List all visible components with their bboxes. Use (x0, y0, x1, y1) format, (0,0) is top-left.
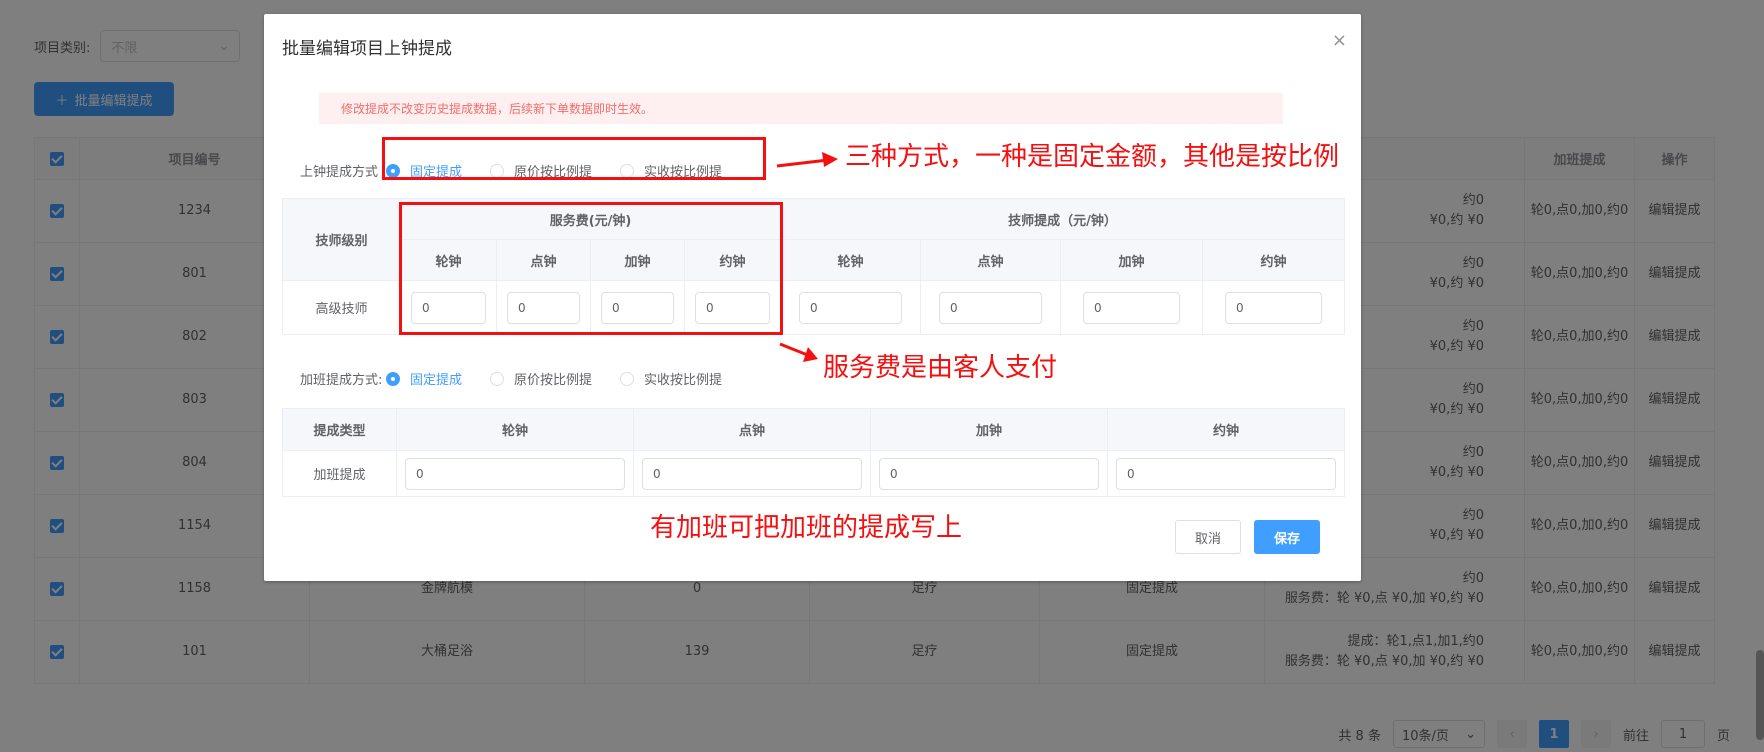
annotation-text-overtime: 有加班可把加班的提成写上 (650, 513, 963, 543)
annotation-text-modes: 三种方式，一种是固定金额，其他是按比例 (845, 142, 1340, 172)
annotation-arrow-1 (776, 158, 829, 168)
annotation-arrowhead-1 (822, 152, 838, 167)
annotation-arrow-2 (779, 342, 811, 358)
annotation-text-service-fee: 服务费是由客人支付 (823, 353, 1058, 383)
